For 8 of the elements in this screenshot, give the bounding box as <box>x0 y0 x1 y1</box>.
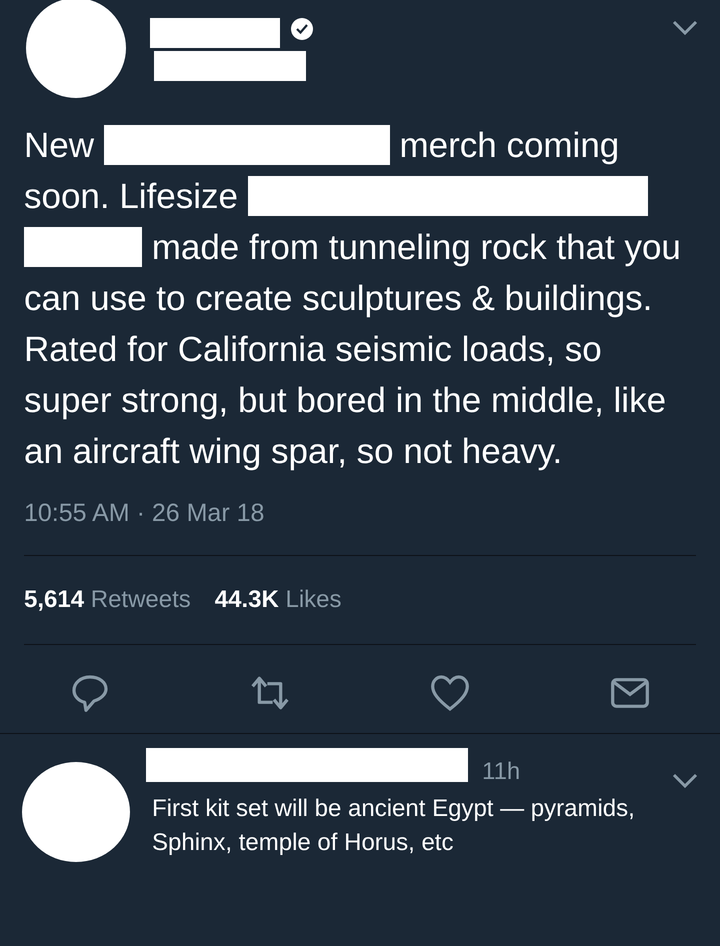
reply-time: 11h <box>482 756 520 786</box>
heart-icon[interactable] <box>430 672 470 712</box>
stat-count[interactable]: 44.3K Likes <box>214 582 342 618</box>
stat-count[interactable]: 5,614 Retweets <box>24 582 191 618</box>
reply-icon[interactable] <box>70 672 110 712</box>
reply-text: First kit set will be ancient Egypt — pyramids, Sphinx, temple of Horus, etc <box>152 794 636 858</box>
tweet-text: New merch coming soon. Lifesize made from tunneling rock that you can use to create sculptures & buildings. Rated for California seismic loads, so super strong, but bored in the middle, like an aircraft wing spar, so not heavy. <box>24 124 682 473</box>
timestamp: 10:55 AM · 26 Mar 18 <box>24 499 264 527</box>
